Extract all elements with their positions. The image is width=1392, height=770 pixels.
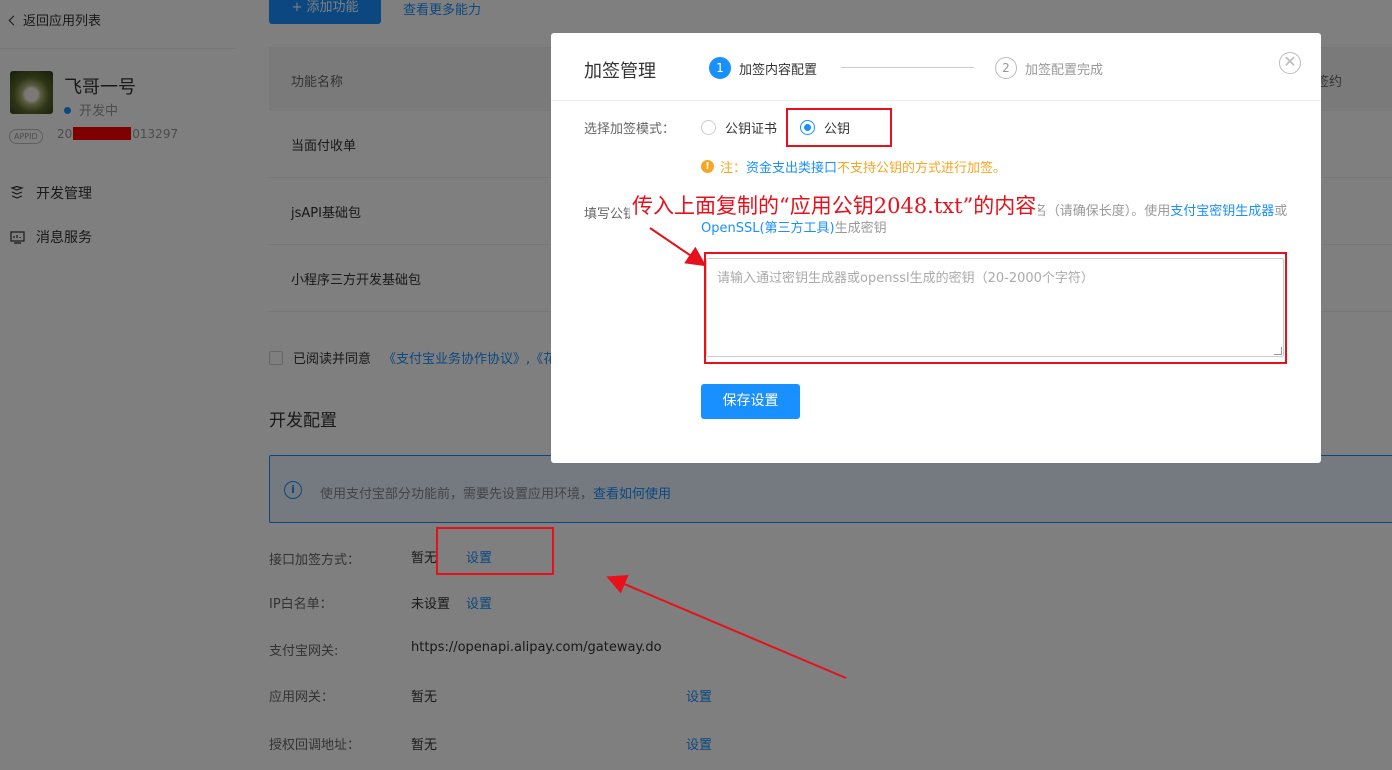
warning-icon: ! bbox=[701, 160, 714, 173]
desc-end: 生成密钥 bbox=[834, 221, 887, 236]
modal-title: 加签管理 bbox=[584, 61, 656, 82]
annotation-text: 传入上面复制的“应用公钥2048.txt”的内容 bbox=[630, 190, 1039, 220]
highlight-setup-link bbox=[436, 527, 554, 575]
warning-note: ! 注： 资金支出类接口 不支持公钥的方式进行加签。 bbox=[701, 157, 1006, 176]
sign-mode-label: 选择加签模式： bbox=[584, 122, 676, 137]
step-label: 加签配置完成 bbox=[1025, 62, 1104, 78]
desc-or: 或 bbox=[1274, 204, 1288, 219]
key-generator-link[interactable]: 支付宝密钥生成器 bbox=[1170, 204, 1274, 219]
save-settings-button[interactable]: 保存设置 bbox=[701, 384, 800, 419]
highlight-public-key-radio bbox=[786, 108, 892, 147]
openssl-link[interactable]: OpenSSL(第三方工具) bbox=[701, 221, 835, 236]
step-connector bbox=[841, 67, 974, 68]
radio-public-key-cert[interactable]: 公钥证书 bbox=[701, 118, 777, 137]
step-number: 2 bbox=[995, 57, 1017, 79]
radio-circle-icon bbox=[701, 120, 716, 135]
fund-payout-api-link[interactable]: 资金支出类接口 bbox=[746, 157, 837, 176]
close-icon[interactable]: ✕ bbox=[1279, 52, 1301, 74]
sign-management-modal: 加签管理 1 加签内容配置 2 加签配置完成 ✕ 选择加签模式： 公钥证书 公钥… bbox=[551, 33, 1321, 463]
step-2: 2 加签配置完成 bbox=[995, 57, 1103, 79]
highlight-key-input bbox=[704, 252, 1287, 364]
step-label: 加签内容配置 bbox=[739, 62, 818, 78]
warning-prefix: 注： bbox=[720, 161, 747, 176]
step-number: 1 bbox=[709, 57, 731, 79]
modal-divider bbox=[551, 100, 1321, 101]
warning-suffix: 不支持公钥的方式进行加签。 bbox=[837, 161, 1007, 176]
step-1: 1 加签内容配置 bbox=[709, 57, 817, 79]
radio-label: 公钥证书 bbox=[725, 122, 778, 137]
